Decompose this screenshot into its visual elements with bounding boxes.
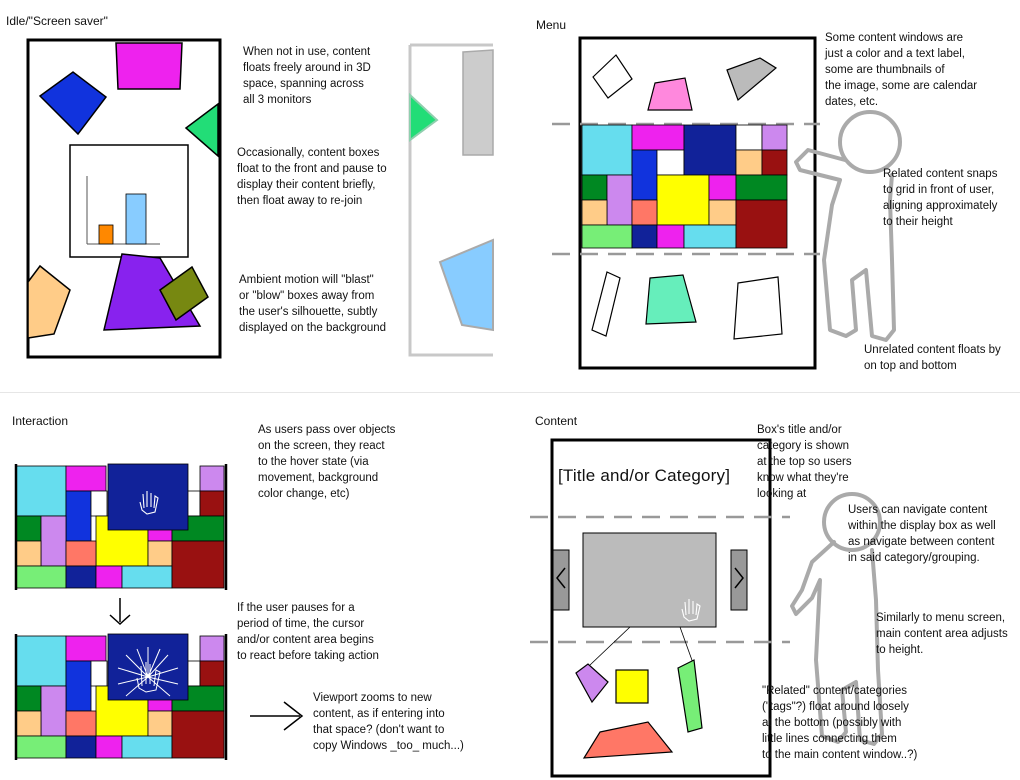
idle-chart-bar-sky [125, 193, 147, 245]
idle-box-magenta [115, 42, 183, 90]
content-related-salmon [582, 721, 674, 759]
content-note-2: Users can navigate content within the di… [848, 504, 996, 564]
down-arrow-icon [109, 598, 131, 626]
menu-grid [581, 124, 788, 249]
content-next-button [730, 549, 748, 611]
content-related-lavender [575, 663, 609, 704]
right-arrow-icon [250, 701, 304, 731]
interaction-frame-pause [15, 633, 225, 759]
idle-box-peach [27, 264, 71, 339]
content-prev-button [552, 549, 570, 611]
menu-float-white-1 [592, 54, 633, 99]
menu-note-1: Some content windows are just a color an… [825, 32, 978, 108]
interaction-note-2: If the user pauses for a period of time,… [237, 602, 379, 662]
idle-box-seagreen-right [409, 92, 439, 142]
idle-box-blue [38, 71, 108, 136]
menu-float-white-3 [733, 276, 783, 340]
interaction-note-1: As users pass over objects on the screen… [258, 424, 396, 500]
menu-float-pink [647, 77, 693, 111]
content-related-lime [677, 659, 703, 733]
content-box-title: [Title and/or Category] [558, 466, 731, 485]
content-note-1: Box's title and/or category is shown at … [757, 424, 852, 500]
idle-note-1: When not in use, content floats freely a… [243, 46, 371, 106]
menu-float-gray [726, 57, 778, 102]
menu-note-3: Unrelated content floats by on top and b… [864, 344, 1001, 372]
idle-note-2: Occasionally, content boxes float to the… [237, 147, 387, 207]
menu-float-white-2 [591, 271, 621, 337]
idle-chart-bar-orange [98, 224, 114, 245]
content-note-4: "Related" content/categories ("tags"?) f… [762, 685, 918, 761]
content-note-3: Similarly to menu screen, main content a… [876, 612, 1008, 656]
idle-box-sky-right [438, 238, 494, 332]
idle-box-seagreen [184, 102, 219, 158]
menu-note-2: Related content snaps to grid in front o… [883, 168, 998, 228]
quadrant-divider-h [0, 392, 1020, 393]
idle-box-gray [462, 49, 494, 156]
interaction-note-3: Viewport zooms to new content, as if ent… [313, 692, 464, 752]
idle-note-3: Ambient motion will "blast" or "blow" bo… [239, 274, 387, 334]
content-related-yellow [615, 669, 649, 704]
menu-float-mint [645, 274, 697, 325]
interaction-frame-hover [15, 463, 225, 589]
